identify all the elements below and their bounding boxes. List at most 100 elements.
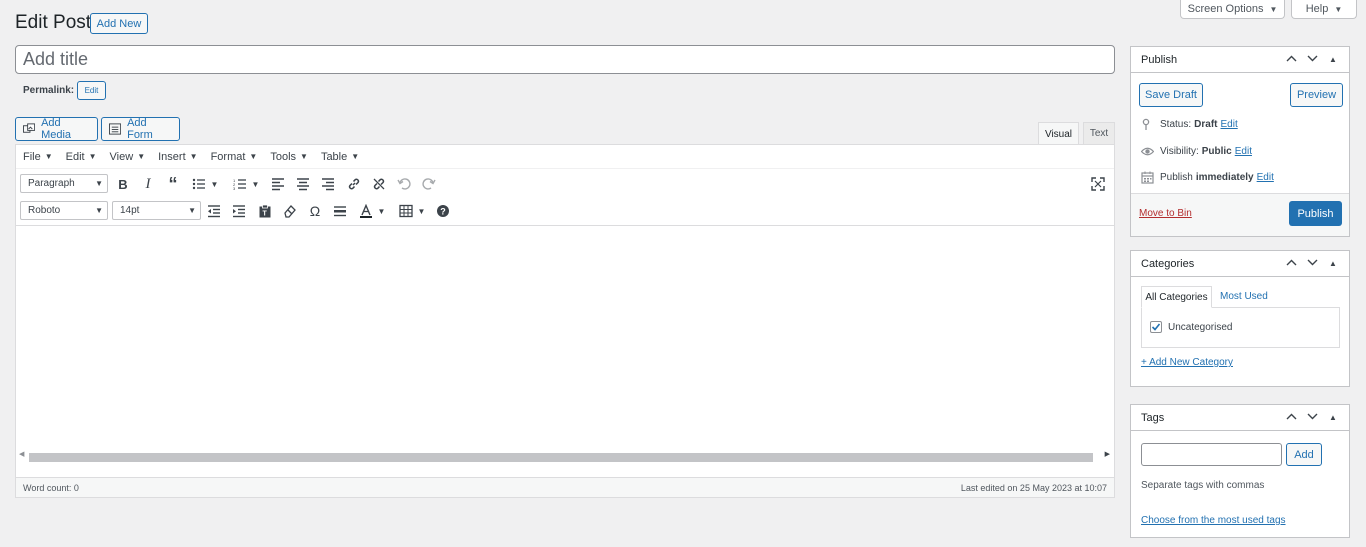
category-label: Uncategorised — [1168, 321, 1233, 333]
caret-down-icon: ▼ — [251, 179, 260, 189]
pin-icon — [1142, 118, 1150, 130]
collapse-icon[interactable]: ▲ — [1327, 259, 1339, 268]
status-edit-link[interactable]: Edit — [1220, 119, 1237, 130]
caret-down-icon: ▼ — [188, 206, 196, 215]
add-new-category-label: + Add New Category — [1141, 357, 1233, 368]
menu-tools[interactable]: Tools ▼ — [270, 151, 308, 163]
add-tag-button[interactable]: Add — [1286, 443, 1322, 466]
schedule-value: immediately — [1195, 172, 1254, 183]
add-new-button[interactable]: Add New — [90, 13, 148, 34]
preview-button[interactable]: Preview — [1290, 83, 1343, 107]
move-up-icon[interactable] — [1285, 54, 1297, 65]
tags-box: Tags ▲ Add Separate tags with commas Cho… — [1130, 404, 1350, 538]
font-family-select[interactable]: Roboto ▼ — [20, 201, 108, 220]
unlink-icon[interactable] — [370, 175, 388, 193]
add-form-button[interactable]: Add Form — [101, 117, 180, 141]
category-list: Uncategorised — [1141, 307, 1340, 348]
fullscreen-icon[interactable] — [1089, 175, 1107, 193]
bullet-list-icon[interactable]: ▼ — [190, 175, 220, 193]
caret-down-icon: ▼ — [377, 206, 386, 216]
choose-most-used-tags-link[interactable]: Choose from the most used tags — [1141, 515, 1286, 526]
bold-icon[interactable]: B — [114, 175, 132, 193]
move-down-icon[interactable] — [1306, 54, 1318, 65]
move-to-bin-link[interactable]: Move to Bin — [1139, 208, 1192, 219]
caret-down-icon: ▼ — [249, 152, 258, 161]
move-up-icon[interactable] — [1285, 258, 1297, 269]
tab-text[interactable]: Text — [1083, 122, 1115, 144]
tab-most-used[interactable]: Most Used — [1220, 291, 1268, 302]
post-title-input[interactable] — [15, 45, 1115, 74]
menu-view[interactable]: View ▼ — [110, 151, 146, 163]
screen-options-button[interactable]: Screen Options ▼ — [1180, 0, 1285, 19]
add-form-label: Add Form — [127, 117, 153, 141]
indent-icon[interactable] — [230, 202, 248, 220]
redo-icon[interactable] — [420, 175, 438, 193]
menu-edit[interactable]: Edit ▼ — [66, 151, 97, 163]
numbered-list-icon[interactable]: 1 2 3 ▼ — [231, 175, 261, 193]
move-up-icon[interactable] — [1285, 412, 1297, 423]
align-right-icon[interactable] — [319, 175, 337, 193]
publish-box-header: Publish ▲ — [1131, 47, 1349, 73]
text-color-icon[interactable]: ▼ — [357, 202, 387, 220]
caret-down-icon: ▼ — [137, 152, 146, 161]
list-item: Uncategorised — [1150, 321, 1232, 333]
menu-insert[interactable]: Insert ▼ — [158, 151, 197, 163]
tags-input[interactable] — [1141, 443, 1282, 466]
page-title: Edit Post — [15, 12, 92, 33]
schedule-edit-link[interactable]: Edit — [1257, 172, 1274, 183]
clear-formatting-icon[interactable] — [281, 202, 299, 220]
categories-box-title: Categories — [1141, 257, 1195, 270]
collapse-icon[interactable]: ▲ — [1327, 55, 1339, 64]
visibility-edit-link[interactable]: Edit — [1235, 146, 1252, 157]
block-format-select[interactable]: Paragraph ▼ — [20, 174, 108, 193]
tab-visual[interactable]: Visual — [1038, 122, 1079, 145]
editor: File ▼ Edit ▼ View ▼ Insert ▼ Format ▼ Tools ▼… — [15, 144, 1115, 498]
checkmark-icon — [1151, 323, 1161, 331]
screen-options-label: Screen Options — [1187, 3, 1264, 15]
move-down-icon[interactable] — [1306, 258, 1318, 269]
editor-menubar: File ▼ Edit ▼ View ▼ Insert ▼ Format ▼ Tools ▼… — [16, 145, 1114, 169]
undo-icon[interactable] — [395, 175, 413, 193]
editor-content[interactable] — [16, 227, 1114, 451]
font-size-select[interactable]: 14pt ▼ — [112, 201, 201, 220]
save-draft-button[interactable]: Save Draft — [1139, 83, 1203, 107]
help-icon[interactable]: ? — [434, 202, 452, 220]
permalink-edit-button[interactable]: Edit — [77, 81, 106, 100]
align-center-icon[interactable] — [294, 175, 312, 193]
horizontal-line-icon[interactable] — [331, 202, 349, 220]
scrollbar-thumb[interactable] — [29, 453, 1093, 462]
scroll-right-icon[interactable]: ▶ — [1105, 450, 1110, 458]
menu-table[interactable]: Table ▼ — [321, 151, 359, 163]
tab-all-categories[interactable]: All Categories — [1141, 286, 1212, 308]
add-new-category-link[interactable]: + Add New Category — [1141, 357, 1233, 368]
category-checkbox[interactable] — [1150, 321, 1162, 333]
move-down-icon[interactable] — [1306, 412, 1318, 423]
eye-icon — [1141, 147, 1154, 156]
outdent-icon[interactable] — [205, 202, 223, 220]
paste-text-icon[interactable]: T — [256, 202, 274, 220]
caret-down-icon: ▼ — [44, 152, 53, 161]
svg-text:3: 3 — [233, 186, 236, 191]
special-character-icon[interactable]: Ω — [306, 202, 324, 220]
help-button[interactable]: Help ▼ — [1291, 0, 1357, 19]
block-format-value: Paragraph — [28, 178, 75, 189]
menu-file[interactable]: File ▼ — [23, 151, 53, 163]
menu-view-label: View — [109, 150, 134, 163]
add-media-button[interactable]: Add Media — [15, 117, 98, 141]
caret-down-icon: ▼ — [300, 152, 308, 161]
blockquote-icon[interactable]: “ — [164, 174, 182, 194]
menu-format[interactable]: Format ▼ — [211, 151, 258, 163]
publish-button[interactable]: Publish — [1289, 201, 1342, 226]
align-left-icon[interactable] — [269, 175, 287, 193]
scroll-left-icon[interactable]: ◀ — [19, 450, 24, 458]
link-icon[interactable] — [345, 175, 363, 193]
horizontal-scrollbar[interactable]: ◀ ▶ — [16, 449, 1114, 463]
table-icon[interactable]: ▼ — [397, 202, 427, 220]
collapse-icon[interactable]: ▲ — [1327, 413, 1339, 422]
menu-insert-label: Insert — [158, 150, 186, 163]
media-icon — [23, 123, 36, 133]
editor-toolbar: Paragraph ▼ B I “ ▼ 1 2 3 ▼ Roboto ▼ 14p… — [16, 169, 1114, 226]
caret-down-icon: ▼ — [95, 179, 103, 188]
italic-icon[interactable]: I — [139, 175, 157, 193]
editor-statusbar: Word count: 0 Last edited on 25 May 2023… — [16, 477, 1114, 497]
